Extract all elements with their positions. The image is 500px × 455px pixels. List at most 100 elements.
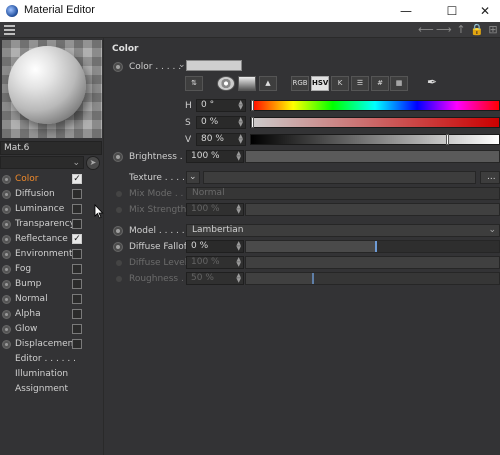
channel-item-extra[interactable]: Illumination (0, 367, 104, 382)
roughness-field[interactable]: 50 % ▲ ▼ (186, 272, 244, 285)
spectrum-icon[interactable] (238, 76, 256, 91)
animate-toggle[interactable] (113, 226, 123, 236)
spinner-icon[interactable]: ▲ ▼ (238, 134, 243, 145)
channel-item-luminance[interactable]: Luminance (0, 202, 104, 217)
hue-slider[interactable] (250, 100, 500, 111)
diffuse-falloff-slider[interactable] (245, 240, 500, 253)
spinner-icon[interactable]: ▲ ▼ (238, 117, 243, 128)
saturation-field[interactable]: 0 % ▲ ▼ (196, 116, 246, 129)
minimize-button[interactable]: — (393, 2, 419, 20)
channel-item-reflectance[interactable]: Reflectance ✓ (0, 232, 104, 247)
hue-field[interactable]: 0 ° ▲ ▼ (196, 99, 246, 112)
channel-item-fog[interactable]: Fog (0, 262, 104, 277)
swatches-mode-button[interactable]: ▦ (390, 76, 408, 91)
channel-item-color[interactable]: Color ✓ (0, 172, 104, 187)
animate-toggle[interactable] (2, 325, 11, 334)
arrow-up-icon[interactable]: ↑ (454, 23, 468, 37)
animate-toggle[interactable] (2, 340, 11, 349)
animate-toggle[interactable] (113, 62, 123, 72)
value-knob[interactable] (446, 134, 450, 145)
animate-toggle[interactable] (2, 265, 11, 274)
channel-item-transparency[interactable]: Transparency (0, 217, 104, 232)
texture-field[interactable] (203, 171, 476, 184)
kelvin-mode-button[interactable]: K (331, 76, 349, 91)
image-icon[interactable]: ▲ (259, 76, 277, 91)
roughness-slider[interactable] (245, 272, 500, 285)
channel-item-environment[interactable]: Environment (0, 247, 104, 262)
animate-toggle[interactable] (113, 152, 123, 162)
diffuse-level-slider[interactable] (245, 256, 500, 269)
brightness-field[interactable]: 100 % ▲ ▼ (186, 150, 244, 163)
mix-mode-dropdown[interactable]: Normal (186, 187, 500, 200)
animate-toggle[interactable] (116, 207, 122, 213)
animate-toggle[interactable] (2, 280, 11, 289)
roughness-marker[interactable] (311, 273, 314, 284)
value-field[interactable]: 80 % ▲ ▼ (196, 133, 246, 146)
rgb-mode-button[interactable]: RGB (291, 76, 309, 91)
mix-strength-field[interactable]: 100 % ▲ ▼ (186, 203, 244, 216)
spinner-icon[interactable]: ▲ ▼ (236, 241, 241, 252)
animate-toggle[interactable] (116, 191, 122, 197)
channel-checkbox[interactable] (72, 279, 82, 289)
hsv-mode-button[interactable]: HSV (311, 76, 329, 91)
expand-chevron-icon[interactable]: ⌄ (178, 60, 186, 70)
channel-item-displacement[interactable]: Displacement (0, 337, 104, 352)
picker-icon[interactable]: ➤ (86, 156, 100, 170)
saturation-knob[interactable] (251, 117, 254, 128)
channel-checkbox[interactable] (72, 339, 82, 349)
animate-toggle[interactable] (2, 220, 11, 229)
menu-icon[interactable] (4, 25, 15, 35)
arrow-right-icon[interactable]: ⟶ (436, 23, 452, 37)
maximize-button[interactable]: ☐ (439, 2, 465, 20)
lock-icon[interactable]: 🔒 (470, 23, 484, 37)
channel-item-extra[interactable]: Assignment (0, 382, 104, 397)
spinner-icon[interactable]: ▲ ▼ (236, 257, 241, 268)
diffuse-level-field[interactable]: 100 % ▲ ▼ (186, 256, 244, 269)
color-wheel-icon[interactable] (217, 76, 235, 91)
animate-toggle[interactable] (2, 310, 11, 319)
arrow-left-icon[interactable]: ⟵ (418, 23, 434, 37)
spinner-icon[interactable]: ▲ ▼ (236, 273, 241, 284)
channel-checkbox[interactable] (72, 249, 82, 259)
material-selector[interactable]: ⌄ (0, 156, 84, 169)
animate-toggle[interactable] (2, 205, 11, 214)
channel-checkbox[interactable] (72, 309, 82, 319)
spinner-icon[interactable]: ▲ ▼ (236, 204, 241, 215)
spinner-icon[interactable]: ▲ ▼ (236, 151, 241, 162)
channel-item-extra[interactable]: Editor . . . . . . (0, 352, 104, 367)
channel-checkbox[interactable] (72, 324, 82, 334)
hex-mode-button[interactable]: # (371, 76, 389, 91)
channel-checkbox[interactable] (72, 264, 82, 274)
channel-checkbox[interactable] (72, 219, 82, 229)
mix-strength-slider[interactable] (245, 203, 500, 216)
animate-toggle[interactable] (116, 276, 122, 282)
animate-toggle[interactable] (2, 175, 11, 184)
texture-browse-button[interactable]: ... (480, 171, 500, 184)
animate-toggle[interactable] (2, 190, 11, 199)
channel-item-glow[interactable]: Glow (0, 322, 104, 337)
diffuse-falloff-marker[interactable] (375, 241, 378, 252)
model-dropdown[interactable]: Lambertian ⌄ (186, 224, 500, 237)
material-preview[interactable] (2, 40, 102, 138)
close-button[interactable]: ✕ (472, 2, 498, 20)
diffuse-falloff-field[interactable]: 0 % ▲ ▼ (186, 240, 244, 253)
channel-item-diffusion[interactable]: Diffusion (0, 187, 104, 202)
value-slider[interactable] (250, 134, 500, 145)
saturation-slider[interactable] (250, 117, 500, 128)
material-name-field[interactable]: Mat.6 (0, 141, 102, 155)
animate-toggle[interactable] (113, 242, 123, 252)
channel-checkbox[interactable] (72, 204, 82, 214)
mixer-mode-button[interactable]: ☰ (351, 76, 369, 91)
animate-toggle[interactable] (2, 250, 11, 259)
channel-item-normal[interactable]: Normal (0, 292, 104, 307)
color-swatch[interactable] (186, 60, 242, 71)
spinner-icon[interactable]: ▲ ▼ (238, 100, 243, 111)
eyedropper-icon[interactable]: ✒ (423, 76, 441, 91)
texture-menu-button[interactable]: ⌄ (186, 171, 200, 184)
color-chooser-icon[interactable]: ⇅ (185, 76, 203, 91)
animate-toggle[interactable] (116, 260, 122, 266)
channel-item-bump[interactable]: Bump (0, 277, 104, 292)
channel-checkbox[interactable]: ✓ (72, 174, 82, 184)
channel-item-alpha[interactable]: Alpha (0, 307, 104, 322)
brightness-slider[interactable] (245, 150, 500, 163)
